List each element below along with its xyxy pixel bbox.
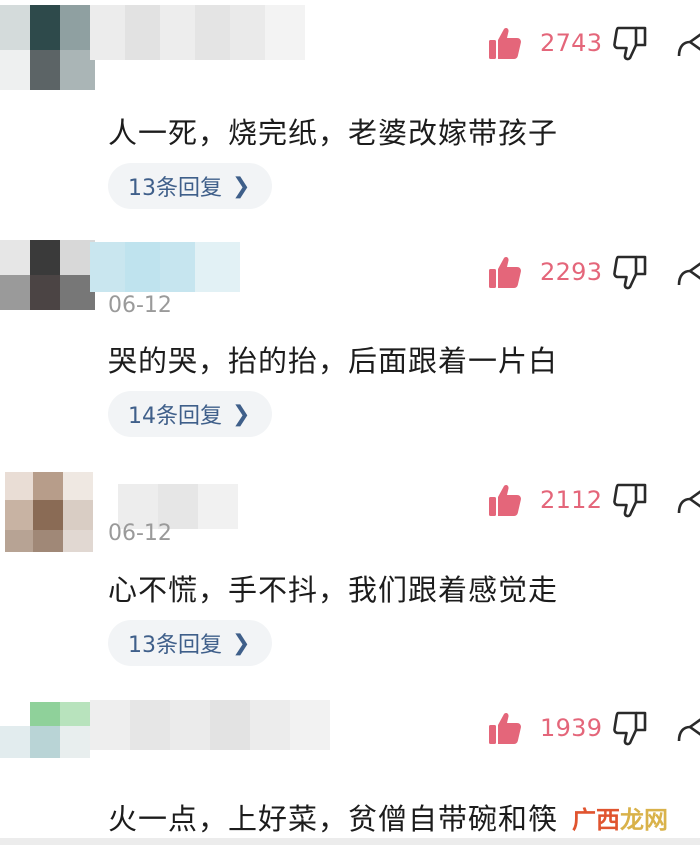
comment-item: 2743 人一死，烧完纸，老婆改嫁带孩子 13条回复 ❯ bbox=[0, 0, 700, 225]
chevron-right-icon: ❯ bbox=[232, 401, 251, 427]
avatar[interactable] bbox=[0, 472, 95, 562]
reply-count-button[interactable]: 13条回复 ❯ bbox=[108, 620, 273, 666]
like-group[interactable]: 2112 bbox=[488, 483, 602, 517]
reply-count-label: 13条回复 bbox=[128, 633, 222, 658]
like-group[interactable]: 2293 bbox=[488, 255, 602, 289]
reply-count-button[interactable]: 13条回复 ❯ bbox=[108, 163, 273, 209]
share-icon[interactable] bbox=[676, 711, 700, 745]
site-watermark: 广西龙网 bbox=[572, 800, 668, 835]
share-icon[interactable] bbox=[676, 255, 700, 289]
watermark-part2: 龙网 bbox=[620, 806, 668, 834]
thumb-up-icon[interactable] bbox=[488, 711, 522, 745]
comment-list: 2743 人一死，烧完纸，老婆改嫁带孩子 13条回复 ❯ 2293 06-12 … bbox=[0, 0, 700, 845]
avatar[interactable] bbox=[0, 702, 95, 792]
thumb-down-icon[interactable] bbox=[612, 482, 648, 518]
comment-item: 2112 06-12 心不慌，手不抖，我们跟着感觉走 13条回复 ❯ bbox=[0, 462, 700, 687]
chevron-right-icon: ❯ bbox=[232, 630, 251, 656]
share-icon[interactable] bbox=[676, 483, 700, 517]
comment-date: 06-12 bbox=[108, 293, 172, 318]
thumb-up-icon[interactable] bbox=[488, 255, 522, 289]
like-count: 2293 bbox=[540, 258, 603, 286]
comment-text: 哭的哭，抬的抬，后面跟着一片白 bbox=[108, 344, 559, 378]
username-blurred[interactable] bbox=[90, 5, 305, 65]
like-count: 2112 bbox=[540, 486, 603, 514]
avatar[interactable] bbox=[0, 0, 95, 90]
chevron-right-icon: ❯ bbox=[232, 173, 251, 199]
comment-date: 06-12 bbox=[108, 521, 172, 546]
thumb-up-icon[interactable] bbox=[488, 483, 522, 517]
share-icon[interactable] bbox=[676, 26, 700, 60]
thumb-down-icon[interactable] bbox=[612, 254, 648, 290]
avatar[interactable] bbox=[0, 240, 95, 330]
thumb-up-icon[interactable] bbox=[488, 26, 522, 60]
watermark-part1: 广西 bbox=[572, 806, 620, 834]
comment-text: 心不慌，手不抖，我们跟着感觉走 bbox=[108, 573, 559, 607]
like-group[interactable]: 2743 bbox=[488, 26, 602, 60]
like-count: 1939 bbox=[540, 714, 603, 742]
comment-text: 人一死，烧完纸，老婆改嫁带孩子 bbox=[108, 116, 559, 150]
reply-count-label: 13条回复 bbox=[128, 176, 222, 201]
comment-item: 2293 06-12 哭的哭，抬的抬，后面跟着一片白 14条回复 ❯ bbox=[0, 232, 700, 457]
reply-count-button[interactable]: 14条回复 ❯ bbox=[108, 391, 273, 437]
comment-text: 火一点，上好菜，贫僧自带碗和筷 bbox=[108, 802, 559, 836]
reply-count-label: 14条回复 bbox=[128, 404, 222, 429]
like-count: 2743 bbox=[540, 29, 603, 57]
username-blurred[interactable] bbox=[90, 700, 330, 760]
like-group[interactable]: 1939 bbox=[488, 711, 602, 745]
thumb-down-icon[interactable] bbox=[612, 25, 648, 61]
thumb-down-icon[interactable] bbox=[612, 710, 648, 746]
bottom-divider bbox=[0, 838, 700, 845]
